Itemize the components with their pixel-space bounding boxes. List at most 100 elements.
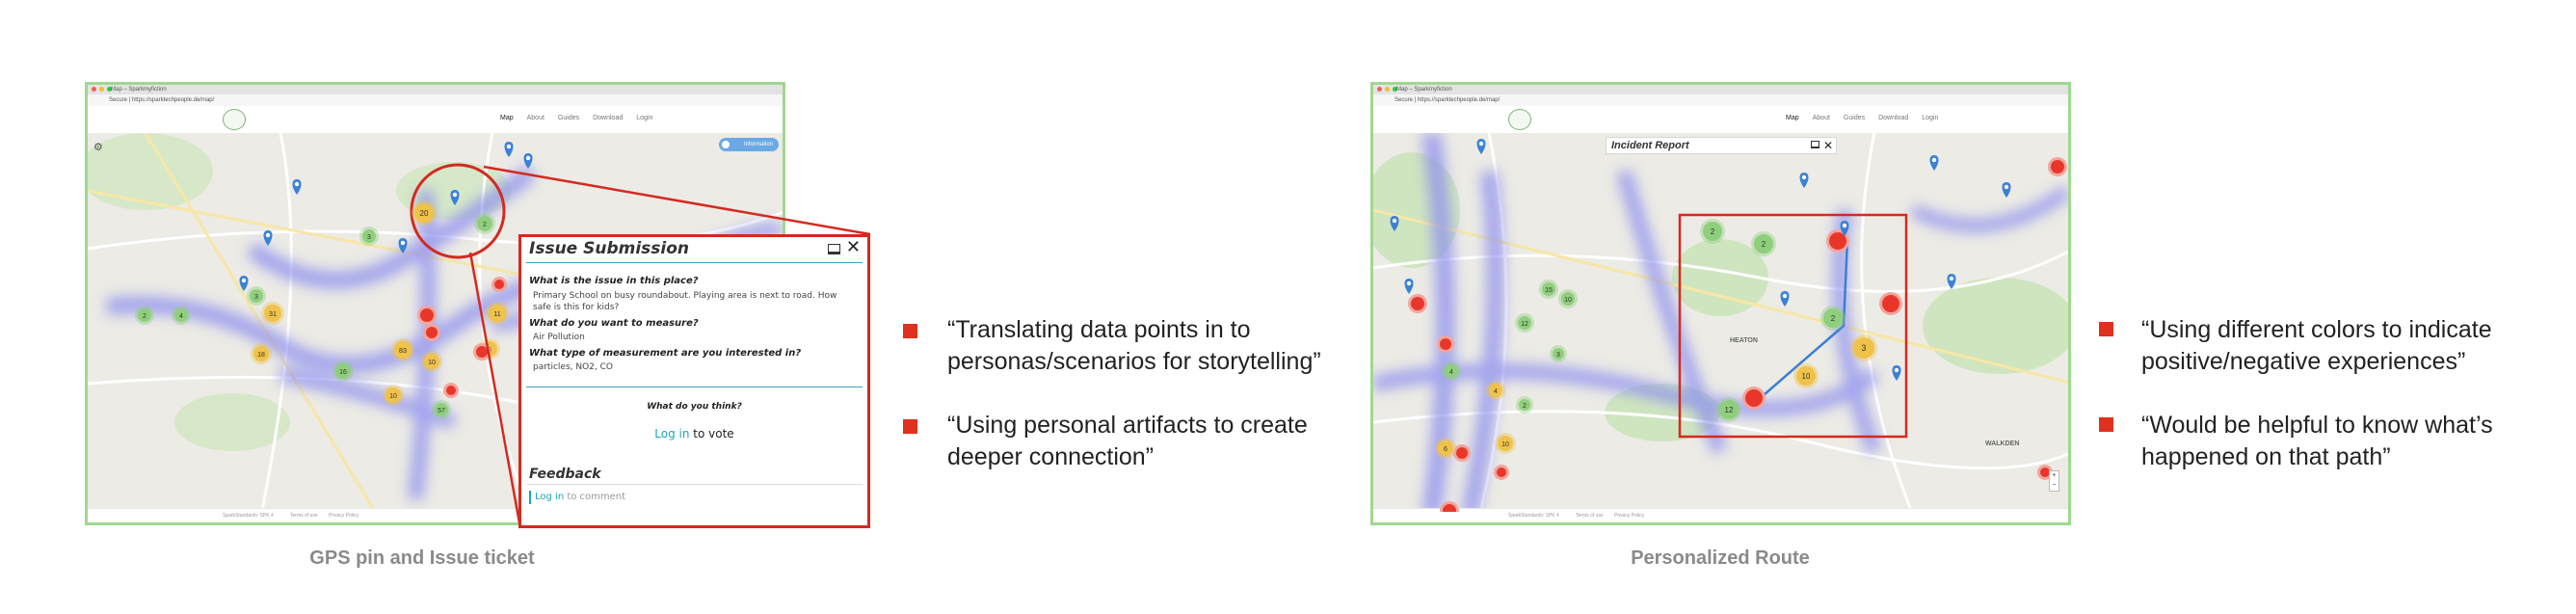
gps-pin-icon[interactable] [450,190,460,205]
gps-pin-icon[interactable] [523,153,533,169]
nav-about[interactable]: About [527,115,544,121]
minimize-icon[interactable] [828,244,840,254]
close-icon[interactable]: ✕ [1823,136,1833,155]
gps-pin-icon[interactable] [292,179,302,195]
address-url: Secure | https://sparktechpeople.de/map/ [1394,97,1500,103]
cluster-marker[interactable]: 2 [1820,306,1846,331]
incident-marker[interactable] [1494,465,1509,480]
nav-guides[interactable]: Guides [1844,115,1865,121]
incident-marker[interactable] [1440,501,1459,512]
zoom-out-button[interactable]: − [2050,481,2058,491]
comment-box[interactable]: Log in to comment [529,491,625,504]
right-quote-1: “Using different colors to indicate posi… [2141,316,2492,375]
cluster-marker[interactable]: 4 [172,306,191,325]
cluster-marker[interactable]: 10 [1495,433,1516,454]
incident-marker[interactable] [2048,157,2067,176]
incident-marker[interactable] [443,383,459,398]
gps-pin-icon[interactable] [1892,365,1901,381]
cluster-marker[interactable]: 3 [359,227,379,246]
cluster-marker[interactable]: 31 [261,302,284,325]
incident-marker[interactable] [417,306,437,325]
cluster-marker[interactable]: 12 [1716,397,1741,422]
browser-tab-title[interactable]: Map – Sparkmyfiction [1396,85,1452,94]
cluster-marker[interactable]: 2 [474,213,495,234]
gps-pin-icon[interactable] [398,238,408,254]
nav-login[interactable]: Login [1922,115,1938,121]
cluster-count: 12 [1725,406,1734,414]
cluster-marker[interactable]: 3 [1550,345,1567,362]
login-to-vote-link[interactable]: Log in [654,427,689,440]
nav-map[interactable]: Map [500,115,514,121]
gps-pin-icon[interactable] [1929,155,1939,171]
cluster-marker[interactable]: 15 [1539,280,1558,299]
footer-privacy[interactable]: Privacy Policy [1614,513,1644,519]
nav-download[interactable]: Download [593,115,623,121]
cluster-marker[interactable]: 20 [412,200,437,226]
cluster-marker[interactable]: 6 [1435,438,1456,459]
nav-guides[interactable]: Guides [558,115,579,121]
cluster-marker[interactable]: 4 [1442,361,1461,381]
cluster-marker[interactable]: 10 [383,385,404,406]
footer-privacy[interactable]: Privacy Policy [329,513,359,519]
footer-standards[interactable]: SparkStandards: SPK 4 [1508,513,1559,519]
zoom-in-button[interactable]: + [2050,471,2058,481]
browser-tab-title[interactable]: Map – Sparkmyfiction [111,85,167,94]
nav-map[interactable]: Map [1786,115,1799,121]
cluster-count: 4 [1449,369,1453,376]
cluster-count: 11 [493,309,500,318]
site-logo[interactable] [223,109,246,130]
cluster-marker[interactable]: 2 [1516,396,1533,414]
cluster-marker[interactable]: 10 [1558,289,1578,308]
footer-terms[interactable]: Terms of use [290,513,318,519]
cluster-count: 10 [1501,441,1509,448]
incident-marker[interactable] [1453,444,1471,462]
window-controls[interactable] [1377,87,1397,92]
cluster-marker[interactable]: 3 [247,286,266,306]
incident-marker[interactable] [1879,292,1902,315]
feedback-heading: Feedback [529,467,601,482]
footer-terms[interactable]: Terms of use [1576,513,1604,519]
cluster-marker[interactable]: 10 [421,351,442,372]
gps-pin-icon[interactable] [1799,173,1809,188]
gps-pin-icon[interactable] [1476,139,1486,154]
gps-pin-icon[interactable] [1404,279,1414,294]
site-logo[interactable] [1508,109,1531,130]
cluster-marker[interactable]: 3 [1850,334,1877,361]
cluster-marker[interactable]: 4 [1486,381,1505,400]
gps-pin-icon[interactable] [504,142,514,157]
cluster-marker[interactable]: 57 [432,400,451,419]
nav-login[interactable]: Login [636,115,652,121]
incident-marker[interactable] [1437,335,1454,353]
gps-pin-icon[interactable] [263,230,273,246]
footer-standards[interactable]: SparkStandards: SPK 4 [223,513,274,519]
place-label-walkden: WALKDEN [1985,440,2020,447]
nav-download[interactable]: Download [1878,115,1908,121]
cluster-marker[interactable]: 12 [1515,313,1534,333]
incident-marker[interactable] [491,277,507,292]
cluster-marker[interactable]: 2 [1700,219,1725,244]
window-controls[interactable] [92,87,112,92]
cluster-marker[interactable]: 10 [1793,363,1819,388]
question-measurement-type: What type of measurement are you interes… [529,348,802,359]
comment-text: to comment [564,492,626,502]
minimize-icon[interactable] [1811,141,1819,148]
gps-pin-icon[interactable] [1780,291,1790,307]
cluster-marker[interactable]: 16 [332,360,354,382]
close-icon[interactable]: ✕ [846,238,861,257]
cluster-marker[interactable]: 18 [251,343,272,364]
zoom-control[interactable]: + − [2049,470,2059,492]
cluster-marker[interactable]: 2 [135,306,154,325]
incident-marker[interactable] [473,343,491,360]
gps-pin-icon[interactable] [1947,274,1956,289]
login-to-comment-link[interactable]: Log in [535,492,564,502]
cluster-marker[interactable]: 11 [486,302,509,325]
cluster-marker[interactable]: 2 [1751,231,1776,256]
gps-pin-icon[interactable] [239,276,249,291]
gps-pin-icon[interactable] [2002,182,2011,198]
incident-marker[interactable] [423,324,440,341]
incident-marker[interactable] [1742,387,1766,410]
gps-pin-icon[interactable] [1390,216,1399,231]
nav-about[interactable]: About [1813,115,1830,121]
incident-marker[interactable] [1408,294,1427,313]
cluster-marker[interactable]: 83 [391,338,414,361]
